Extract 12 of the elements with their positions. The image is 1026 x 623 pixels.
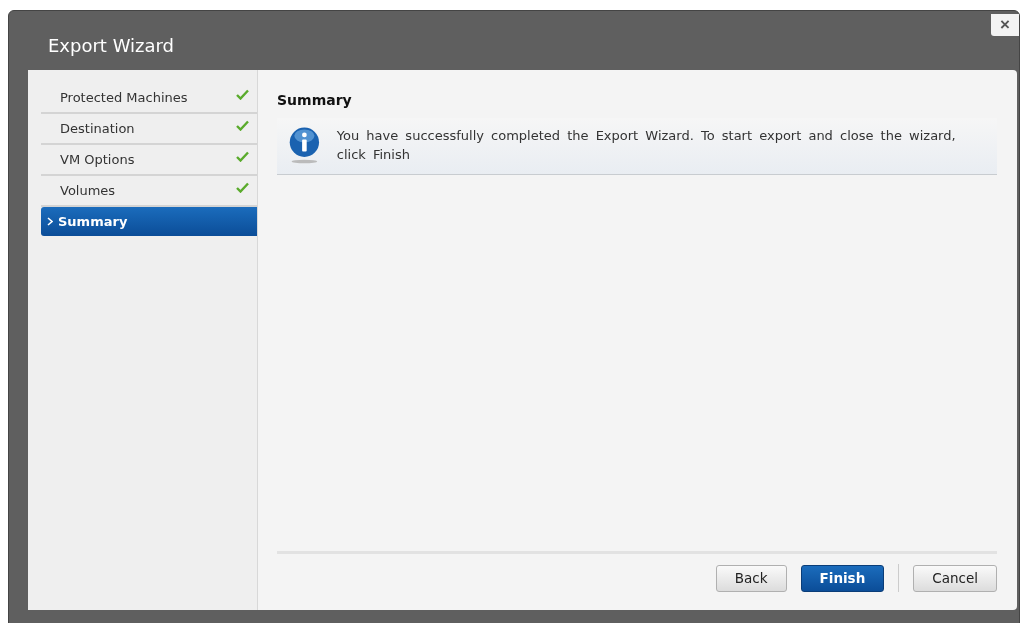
section-heading: Summary (277, 92, 353, 108)
step-item[interactable]: Destination (41, 114, 257, 145)
close-button[interactable]: × (991, 14, 1019, 36)
step-item[interactable]: VM Options (41, 145, 257, 176)
finish-button[interactable]: Finish (800, 564, 885, 592)
step-item[interactable]: Summary (41, 207, 257, 236)
window-title: Export Wizard (48, 35, 175, 56)
step-item[interactable]: Protected Machines (41, 83, 257, 114)
cancel-button[interactable]: Cancel (913, 564, 997, 592)
chevron-icon (47, 217, 53, 226)
back-button[interactable]: Back (715, 564, 787, 592)
info-message: You have successfully completed the Export Wizard. To start export and close the wizard, click Finish (336, 127, 957, 164)
